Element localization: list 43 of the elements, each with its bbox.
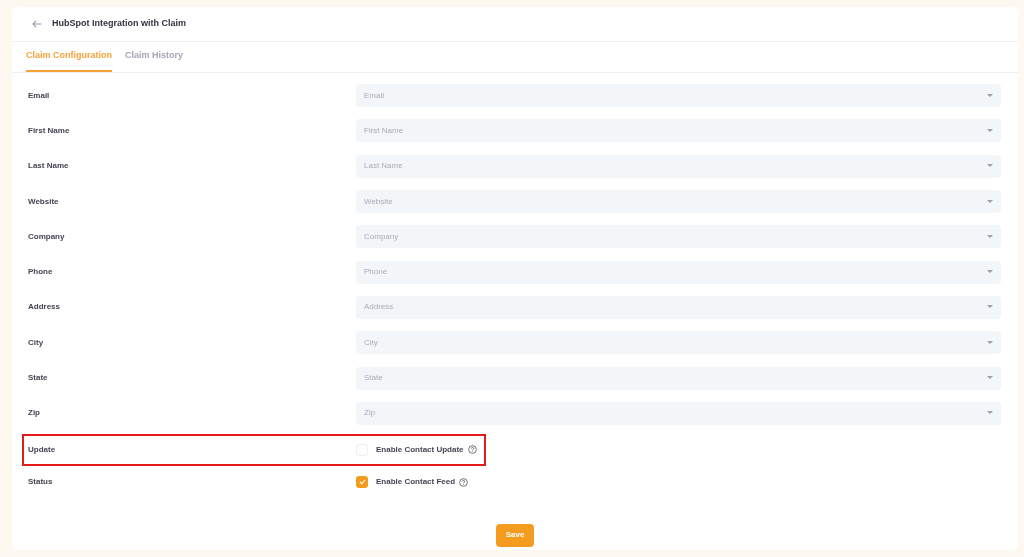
help-icon bbox=[467, 445, 477, 455]
field-label: City bbox=[28, 336, 45, 349]
save-button[interactable]: Save bbox=[496, 523, 534, 547]
dropdown-caret-icon bbox=[987, 305, 993, 310]
dropdown-field[interactable]: Website bbox=[356, 190, 1001, 214]
dropdown-caret-icon bbox=[987, 234, 993, 239]
dropdown-caret-icon bbox=[987, 199, 993, 204]
page-title: HubSpot Integration with Claim bbox=[52, 17, 186, 31]
field-label: Zip bbox=[28, 407, 41, 420]
dropdown-field[interactable]: Address bbox=[356, 295, 1001, 319]
field-label: Last Name bbox=[28, 160, 70, 173]
field-label: Company bbox=[28, 230, 66, 243]
dropdown-field[interactable]: Zip bbox=[356, 401, 1001, 425]
field-label: State bbox=[28, 372, 49, 384]
dropdown-field[interactable]: First Name bbox=[356, 119, 1001, 143]
checkbox-label: Enable Contact Update bbox=[376, 443, 464, 456]
field-label: First Name bbox=[28, 124, 71, 137]
dropdown-field[interactable]: State bbox=[356, 366, 1001, 390]
field-label: Address bbox=[28, 301, 61, 314]
dropdown-caret-icon bbox=[987, 376, 993, 380]
checkbox-label: Enable Contact Feed bbox=[376, 476, 456, 489]
dropdown-field[interactable]: City bbox=[356, 331, 1001, 355]
tab[interactable]: Claim Configuration bbox=[26, 48, 112, 72]
dropdown-caret-icon bbox=[987, 411, 993, 416]
back-arrow-icon[interactable] bbox=[32, 20, 42, 28]
check-icon bbox=[358, 479, 366, 486]
dropdown-caret-icon bbox=[987, 128, 993, 133]
dropdown-caret-icon bbox=[987, 164, 993, 169]
dropdown-caret-icon bbox=[987, 270, 993, 275]
tab[interactable]: Claim History bbox=[125, 48, 184, 72]
field-label: Phone bbox=[28, 266, 54, 279]
checkbox[interactable] bbox=[356, 476, 368, 489]
field-label: Status bbox=[28, 476, 54, 489]
field-label: Website bbox=[28, 195, 60, 208]
field-label: Update bbox=[28, 443, 57, 456]
dropdown-caret-icon bbox=[987, 340, 993, 345]
dropdown-field[interactable]: Phone bbox=[356, 260, 1001, 284]
dropdown-caret-icon bbox=[987, 93, 993, 98]
dropdown-field[interactable]: Company bbox=[356, 225, 1001, 249]
help-icon bbox=[459, 477, 469, 487]
dropdown-field[interactable]: Last Name bbox=[356, 154, 1001, 178]
field-label: Email bbox=[28, 89, 51, 102]
dropdown-field[interactable]: Email bbox=[356, 84, 1001, 108]
